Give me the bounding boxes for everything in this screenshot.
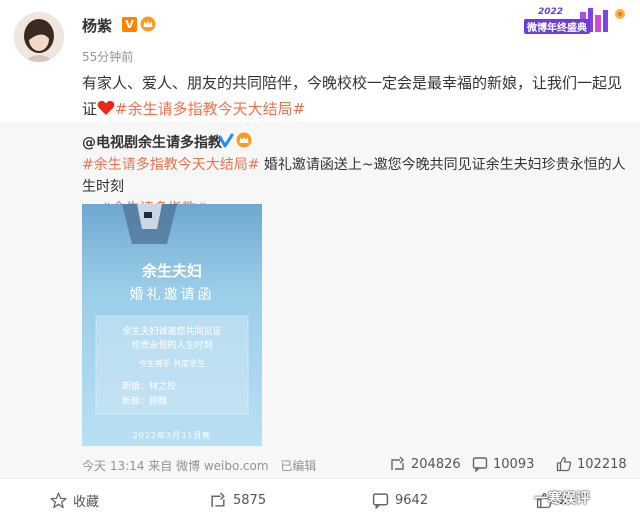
favorite-label: 收藏: [73, 494, 100, 510]
banner-title: 微博年终盛典: [524, 19, 590, 34]
card-title: 余生夫妇: [141, 262, 202, 280]
repost-footer: 今天 13:14 来自 微博 weibo.com 已编辑 204826 1009…: [82, 454, 632, 474]
watermark: 一寒娱评: [534, 491, 590, 507]
repost-comment-count: 10093: [493, 456, 535, 472]
post-text: 有家人、爱人、朋友的共同陪伴，今晚校校一定会是最幸福的新娘，让我们一起见证 #余生…: [82, 70, 630, 122]
avatar[interactable]: [14, 12, 64, 62]
card-line3: 今生携手 共度余生: [138, 359, 206, 368]
vip-crown-icon: [236, 132, 252, 148]
repost-icon: [391, 456, 404, 470]
comment-button[interactable]: 9642: [372, 489, 428, 511]
edited-label[interactable]: 已编辑: [280, 459, 316, 473]
comment-count: 9642: [395, 492, 429, 508]
avatar-image: [14, 12, 64, 62]
comment-icon: [472, 457, 488, 472]
card-bride: 新郎：顾魏: [122, 397, 168, 407]
card-date: 2022年3月31日晚: [132, 431, 212, 440]
verified-badge-icon: V: [122, 17, 137, 32]
star-icon: [50, 491, 67, 508]
card-subtitle: 婚礼邀请函: [129, 287, 215, 303]
repost-count: 5875: [233, 492, 267, 508]
card-groom: 新娘：林之校: [122, 382, 177, 392]
repost-repost-button[interactable]: 204826: [390, 454, 461, 474]
heart-icon: [97, 100, 115, 115]
repost-like-count: 102218: [577, 456, 627, 472]
repost-time[interactable]: 今天 13:14 来自 微博 weibo.com: [82, 459, 269, 473]
invitation-card-image[interactable]: 余生夫妇 婚礼邀请函 余生夫妇诚邀您共同见证 珍贵永恒的人生时刻 今生携手 共度…: [82, 204, 262, 446]
repost-like-button[interactable]: 102218: [556, 454, 627, 474]
repost-author[interactable]: @电视剧余生请多指教: [82, 132, 222, 152]
favorite-button[interactable]: 收藏: [50, 489, 99, 511]
repost-hashtag-finale[interactable]: #余生请多指教今天大结局#: [82, 157, 259, 173]
weibo-post: 杨紫 V 55分钟前 2022 微博年终盛典 有家人、爱人、朋友的共同陪伴，今晚…: [0, 0, 640, 520]
thumbs-up-icon: [556, 456, 572, 472]
repost-comment-button[interactable]: 10093: [472, 454, 534, 474]
repost-repost-count: 204826: [411, 456, 461, 472]
repost-icon: [211, 492, 225, 507]
banner-year: 2022: [538, 7, 564, 17]
event-banner[interactable]: 2022 微博年终盛典: [522, 6, 632, 36]
comment-icon: [372, 492, 389, 509]
repost-button[interactable]: 5875: [210, 489, 266, 511]
username[interactable]: 杨紫: [82, 15, 112, 36]
repost-block: @电视剧余生请多指教 #余生请多指教今天大结局# 婚礼邀请函送上~邀您今晚共同见…: [0, 122, 640, 478]
vip-crown-icon: [140, 16, 156, 32]
repost-time-source: 今天 13:14 来自 微博 weibo.com 已编辑: [82, 457, 316, 474]
card-line2: 珍贵永恒的人生时刻: [131, 341, 213, 351]
post-time[interactable]: 55分钟前: [82, 48, 133, 65]
card-line1: 余生夫妇诚邀您共同见证: [122, 327, 222, 337]
blue-verified-icon: [218, 133, 234, 148]
post-hashtag[interactable]: #余生请多指教今天大结局#: [115, 100, 305, 118]
